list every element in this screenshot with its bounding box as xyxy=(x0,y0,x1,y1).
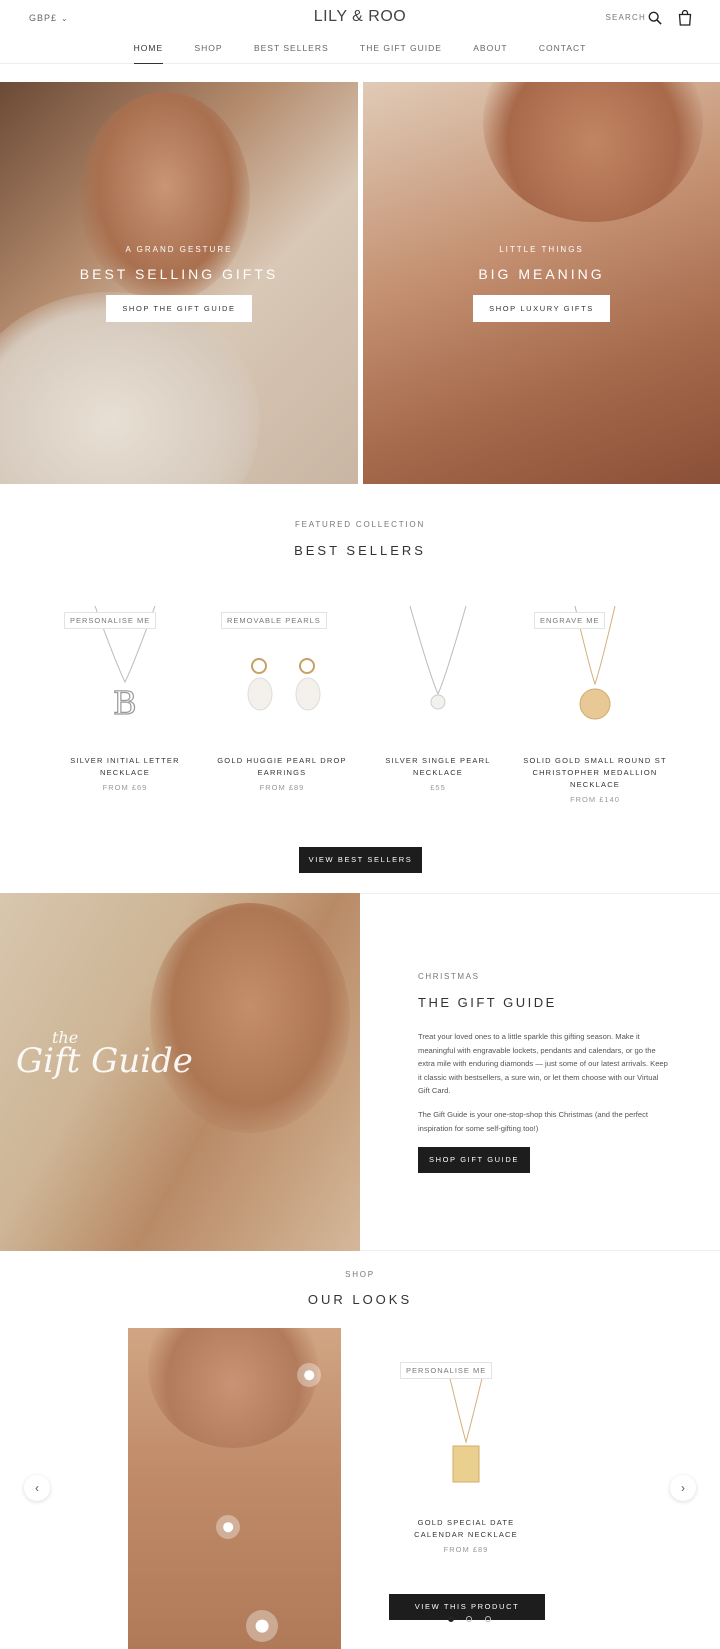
product-image-pearl-necklace xyxy=(360,605,516,746)
chevron-down-icon: ⌄ xyxy=(61,14,69,23)
product-image-initial-necklace: B PERSONALISE ME xyxy=(47,605,203,746)
site-header: GBP£ ⌄ LILY & ROO SEARCH HOME SHOP BEST S… xyxy=(0,0,720,64)
product-name: SILVER SINGLE PEARL NECKLACE xyxy=(385,756,491,777)
product-price: £55 xyxy=(430,783,446,792)
product-card[interactable]: REMOVABLE PEARLS GOLD HUGGIE PEARL DROP … xyxy=(204,606,360,792)
product-card[interactable]: ENGRAVE ME SOLID GOLD SMALL ROUND ST CHR… xyxy=(517,605,673,804)
carousel-dots xyxy=(448,1609,499,1627)
gift-guide-script-title: the Gift Guide xyxy=(16,1028,193,1081)
model-face xyxy=(150,903,350,1133)
product-name: SOLID GOLD SMALL ROUND ST CHRISTOPHER ME… xyxy=(523,756,667,789)
shopping-bag-icon[interactable] xyxy=(678,10,692,26)
look-image xyxy=(128,1328,341,1649)
svg-text:B: B xyxy=(113,684,137,722)
shop-luxury-gifts-button[interactable]: SHOP LUXURY GIFTS xyxy=(473,295,610,322)
looks-eyebrow: SHOP xyxy=(345,1270,375,1279)
hero-left-title: BEST SELLING GIFTS xyxy=(79,266,279,282)
nav-home[interactable]: HOME xyxy=(133,43,164,64)
nav-gift-guide[interactable]: THE GIFT GUIDE xyxy=(360,43,442,63)
product-image-pearl-earrings: REMOVABLE PEARLS xyxy=(204,606,360,746)
currency-selector[interactable]: GBP£ ⌄ xyxy=(29,13,69,23)
product-price: FROM £69 xyxy=(102,783,148,792)
product-grid: B PERSONALISE ME SILVER INITIAL LETTER N… xyxy=(47,605,673,806)
product-name: SILVER INITIAL LETTER NECKLACE xyxy=(70,756,180,777)
product-name: GOLD HUGGIE PEARL DROP EARRINGS xyxy=(217,756,347,777)
hero-right-eyebrow: LITTLE THINGS xyxy=(499,245,584,254)
search-icon[interactable] xyxy=(648,11,662,25)
product-badge: REMOVABLE PEARLS xyxy=(221,612,327,629)
product-price: FROM £89 xyxy=(443,1545,489,1554)
hero-left-eyebrow: A GRAND GESTURE xyxy=(125,245,233,254)
look-hotspot-active[interactable] xyxy=(246,1610,278,1642)
look-hotspot[interactable] xyxy=(216,1515,240,1539)
currency-label: GBP£ xyxy=(29,13,58,23)
gift-guide-paragraph: Treat your loved ones to a little sparkl… xyxy=(418,1032,668,1095)
carousel-dot[interactable] xyxy=(448,1616,454,1622)
script-gift-guide: Gift Guide xyxy=(16,1041,193,1081)
view-best-sellers-button[interactable]: VIEW BEST SELLERS xyxy=(299,847,422,873)
gift-guide-title: THE GIFT GUIDE xyxy=(418,995,557,1010)
product-badge: ENGRAVE ME xyxy=(534,612,606,629)
product-image-medallion: ENGRAVE ME xyxy=(517,605,673,746)
nav-contact[interactable]: CONTACT xyxy=(539,43,586,63)
gift-guide-image[interactable]: the Gift Guide xyxy=(0,893,360,1251)
carousel-next-arrow[interactable]: › xyxy=(670,1475,696,1501)
nav-shop[interactable]: SHOP xyxy=(195,43,223,63)
product-badge: PERSONALISE ME xyxy=(400,1362,493,1379)
carousel-dot[interactable] xyxy=(466,1616,473,1622)
look-product-card[interactable]: PERSONALISE ME GOLD SPECIAL DATE CALENDA… xyxy=(390,1360,542,1554)
gift-guide-text-panel: CHRISTMAS THE GIFT GUIDE Treat your love… xyxy=(360,893,720,1251)
search-label[interactable]: SEARCH xyxy=(605,13,646,22)
nav-best-sellers[interactable]: BEST SELLERS xyxy=(254,43,329,63)
nav-about[interactable]: ABOUT xyxy=(473,43,507,63)
shop-gift-guide-button[interactable]: SHOP GIFT GUIDE xyxy=(418,1147,530,1173)
hero-banner-left[interactable]: A GRAND GESTURE BEST SELLING GIFTS SHOP … xyxy=(0,82,358,484)
hero-right-title: BIG MEANING xyxy=(478,266,605,282)
shop-the-gift-guide-button[interactable]: SHOP THE GIFT GUIDE xyxy=(106,295,252,322)
hero-model-image xyxy=(483,82,703,222)
hero-right-content: LITTLE THINGS BIG MEANING SHOP LUXURY GI… xyxy=(363,245,720,322)
product-image-calendar-necklace: PERSONALISE ME xyxy=(390,1360,542,1508)
look-hotspot[interactable] xyxy=(297,1363,321,1387)
hero-left-content: A GRAND GESTURE BEST SELLING GIFTS SHOP … xyxy=(0,245,358,322)
site-logo[interactable]: LILY & ROO xyxy=(314,8,406,25)
product-name: GOLD SPECIAL DATE CALENDAR NECKLACE xyxy=(414,1518,518,1539)
gift-guide-eyebrow: CHRISTMAS xyxy=(418,972,480,981)
gift-guide-paragraph: The Gift Guide is your one-stop-shop thi… xyxy=(418,1110,649,1133)
featured-title: BEST SELLERS xyxy=(294,543,426,558)
product-price: FROM £140 xyxy=(570,795,620,804)
product-card[interactable]: B PERSONALISE ME SILVER INITIAL LETTER N… xyxy=(47,605,203,792)
hero-banner-right[interactable]: LITTLE THINGS BIG MEANING SHOP LUXURY GI… xyxy=(363,82,720,484)
product-price: FROM £89 xyxy=(259,783,305,792)
carousel-dot[interactable] xyxy=(484,1616,491,1622)
model-face xyxy=(148,1328,318,1448)
featured-eyebrow: FEATURED COLLECTION xyxy=(294,520,426,529)
necklace-illustration xyxy=(445,1361,487,1483)
carousel-prev-arrow[interactable]: ‹ xyxy=(24,1475,50,1501)
necklace-illustration xyxy=(409,605,467,710)
product-badge: PERSONALISE ME xyxy=(64,612,157,629)
main-nav: HOME SHOP BEST SELLERS THE GIFT GUIDE AB… xyxy=(0,43,720,64)
looks-title: OUR LOOKS xyxy=(307,1292,413,1307)
product-card[interactable]: SILVER SINGLE PEARL NECKLACE £55 xyxy=(360,605,516,792)
